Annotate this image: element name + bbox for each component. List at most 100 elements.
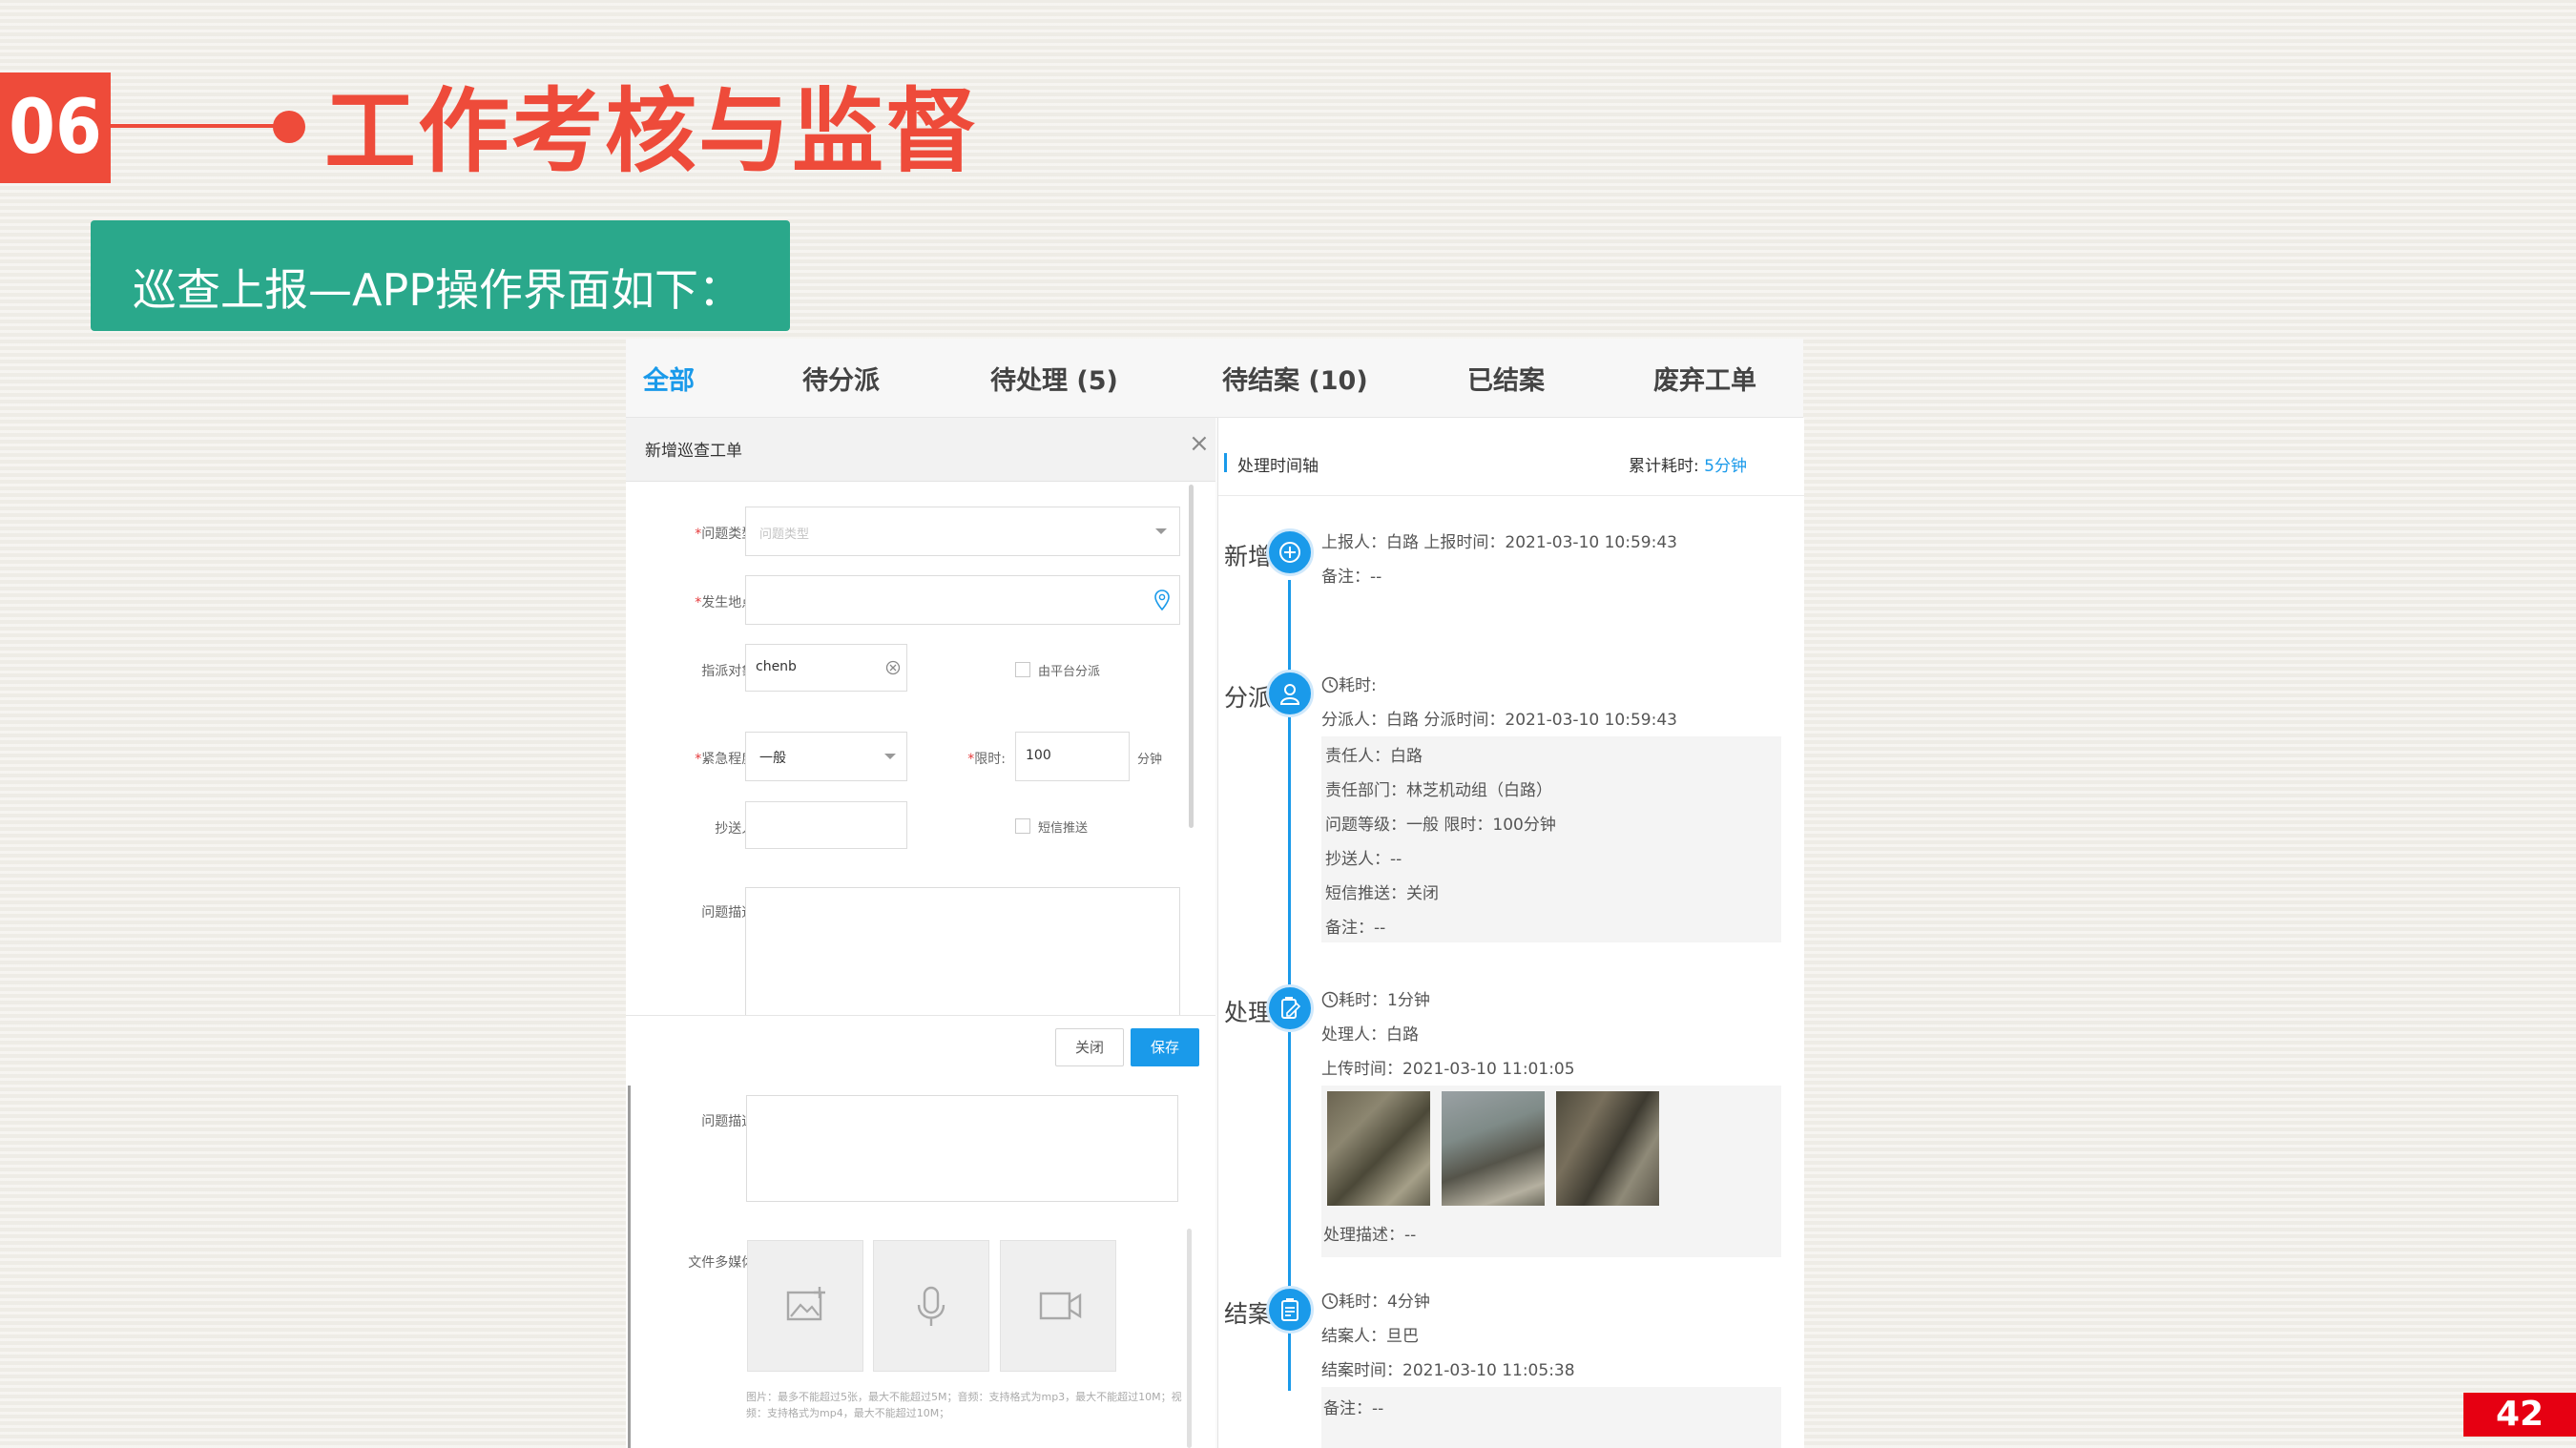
form-scrollbar-2[interactable] — [1187, 1229, 1192, 1448]
microphone-icon — [917, 1286, 945, 1326]
sms-push-checkbox[interactable] — [1015, 818, 1030, 834]
tab-pending-assign[interactable]: 待分派 — [802, 360, 880, 397]
assign-detail-sms: 短信推送：关闭 — [1325, 884, 1439, 903]
tab-bar: 全部 待分派 待处理 (5) 待结案 (10) 已结案 废弃工单 — [626, 339, 1803, 418]
timeline-divider — [1218, 495, 1804, 496]
image-add-icon — [786, 1287, 825, 1321]
processing-timeline: 处理时间轴 累计耗时: 5分钟 新增 上报人：白路 上报时间：2021-03-1… — [1217, 418, 1804, 1448]
time-limit-input[interactable]: 100 — [1015, 732, 1130, 781]
description-textarea[interactable] — [745, 887, 1180, 1016]
stage-process-node — [1266, 984, 1314, 1032]
problem-type-select[interactable]: 问题类型 — [745, 507, 1180, 556]
assignee-input[interactable]: chenb — [745, 644, 907, 692]
process-duration: 耗时：1分钟 — [1321, 986, 1430, 1010]
assign-detail-department: 责任部门：林芝机动组（白路） — [1325, 781, 1552, 800]
problem-type-label: *问题类型: — [695, 527, 759, 542]
stage-process-label: 处理 — [1224, 999, 1273, 1026]
assign-assigner: 分派人：白路 分派时间：2021-03-10 10:59:43 — [1321, 711, 1677, 730]
assignee-label: 指派对象: — [701, 664, 759, 679]
stage-new-node — [1266, 528, 1314, 576]
process-photo[interactable] — [1556, 1091, 1659, 1206]
stage-close-label: 结案 — [1224, 1300, 1273, 1328]
chevron-down-icon — [884, 754, 896, 759]
urgency-label: *紧急程度: — [695, 752, 759, 767]
platform-assign-label: 由平台分派 — [1038, 665, 1101, 679]
new-remark: 备注：-- — [1321, 568, 1382, 587]
description-textarea-2[interactable] — [746, 1095, 1178, 1202]
time-limit-unit: 分钟 — [1137, 753, 1163, 767]
edit-clipboard-icon — [1281, 997, 1301, 1019]
timeline-header-bar — [1224, 453, 1227, 472]
subtitle-banner: 巡查上报—APP操作界面如下： — [91, 220, 790, 331]
assign-detail-box: 责任人：白路 责任部门：林芝机动组（白路） 问题等级：一般 限时：100分钟 抄… — [1321, 736, 1781, 942]
stage-assign-node — [1266, 670, 1314, 717]
total-duration: 累计耗时: 5分钟 — [1629, 457, 1747, 476]
upload-video-button[interactable] — [1000, 1240, 1116, 1372]
app-screenshot: 全部 待分派 待处理 (5) 待结案 (10) 已结案 废弃工单 新增巡查工单 … — [626, 339, 1804, 1448]
section-number: 06 — [0, 72, 111, 183]
process-handler: 处理人：白路 — [1321, 1025, 1419, 1045]
close-icon[interactable]: × — [1189, 431, 1210, 456]
tab-pending-process[interactable]: 待处理 (5) — [990, 360, 1118, 397]
process-photo[interactable] — [1442, 1091, 1545, 1206]
upload-audio-button[interactable] — [873, 1240, 989, 1372]
sms-push-label: 短信推送 — [1038, 821, 1089, 836]
map-pin-icon — [1154, 590, 1170, 610]
user-icon — [1279, 684, 1300, 705]
timeline-header: 处理时间轴 — [1237, 457, 1319, 476]
assign-detail-remark: 备注：-- — [1325, 919, 1386, 938]
form-divider — [626, 1015, 1215, 1016]
close-closer: 结案人：旦巴 — [1321, 1327, 1419, 1346]
stage-assign-label: 分派 — [1224, 684, 1273, 712]
assign-detail-responsible: 责任人：白路 — [1325, 747, 1423, 766]
new-reporter: 上报人：白路 上报时间：2021-03-10 10:59:43 — [1321, 533, 1677, 552]
title-connector-line — [111, 124, 282, 128]
tab-all[interactable]: 全部 — [643, 360, 695, 397]
tab-pending-close[interactable]: 待结案 (10) — [1222, 360, 1368, 397]
assign-detail-level: 问题等级：一般 限时：100分钟 — [1325, 816, 1556, 835]
media-label: 文件多媒体: — [688, 1255, 759, 1271]
clear-icon[interactable] — [885, 660, 901, 675]
slide-title: 工作考核与监督 — [324, 78, 979, 185]
description-label-2: 问题描述: — [701, 1114, 759, 1129]
save-button[interactable]: 保存 — [1131, 1028, 1199, 1066]
description-label: 问题描述: — [701, 905, 759, 921]
process-description: 处理描述：-- — [1323, 1226, 1417, 1245]
close-button[interactable]: 关闭 — [1055, 1028, 1124, 1066]
tab-closed[interactable]: 已结案 — [1467, 360, 1545, 397]
clock-icon — [1321, 991, 1339, 1008]
close-detail-box: 备注：-- — [1321, 1387, 1781, 1448]
close-remark: 备注：-- — [1323, 1399, 1384, 1418]
cc-label: 抄送人: — [715, 821, 759, 837]
assign-duration: 耗时: — [1321, 672, 1377, 695]
chevron-down-icon — [1155, 528, 1167, 534]
assign-detail-cc: 抄送人：-- — [1325, 850, 1402, 869]
location-input[interactable] — [745, 575, 1180, 625]
close-time: 结案时间：2021-03-10 11:05:38 — [1321, 1361, 1575, 1380]
page-number: 42 — [2463, 1393, 2576, 1437]
stage-close-node — [1266, 1286, 1314, 1334]
clock-icon — [1321, 1293, 1339, 1310]
video-camera-icon — [1039, 1292, 1082, 1320]
media-upload-note: 图片：最多不能超过5张，最大不能超过5M；音频：支持格式为mp3，最大不能超过1… — [746, 1391, 1182, 1419]
form-title: 新增巡查工单 — [645, 442, 742, 461]
clipboard-check-icon — [1281, 1298, 1298, 1321]
plus-circle-icon — [1279, 542, 1300, 563]
location-label: *发生地点: — [695, 595, 759, 610]
urgency-select[interactable]: 一般 — [745, 732, 907, 781]
title-connector-dot — [273, 111, 305, 143]
process-upload-time: 上传时间：2021-03-10 11:01:05 — [1321, 1060, 1575, 1079]
upload-image-button[interactable] — [747, 1240, 863, 1372]
platform-assign-checkbox[interactable] — [1015, 662, 1030, 677]
cc-input[interactable] — [745, 801, 907, 849]
tab-abandoned[interactable]: 废弃工单 — [1653, 360, 1756, 397]
close-duration: 耗时：4分钟 — [1321, 1288, 1430, 1312]
stage-new-label: 新增 — [1224, 543, 1273, 570]
process-photo[interactable] — [1327, 1091, 1430, 1206]
time-limit-label: *限时: — [967, 752, 1006, 767]
panel-edge — [628, 1086, 631, 1448]
form-scrollbar[interactable] — [1189, 485, 1194, 828]
form-header: 新增巡查工单 × — [626, 418, 1215, 482]
new-work-order-form: 新增巡查工单 × *问题类型: 问题类型 *发生地点: 指派对象: chenb … — [626, 418, 1215, 1448]
process-detail-box: 处理描述：-- — [1321, 1086, 1781, 1257]
